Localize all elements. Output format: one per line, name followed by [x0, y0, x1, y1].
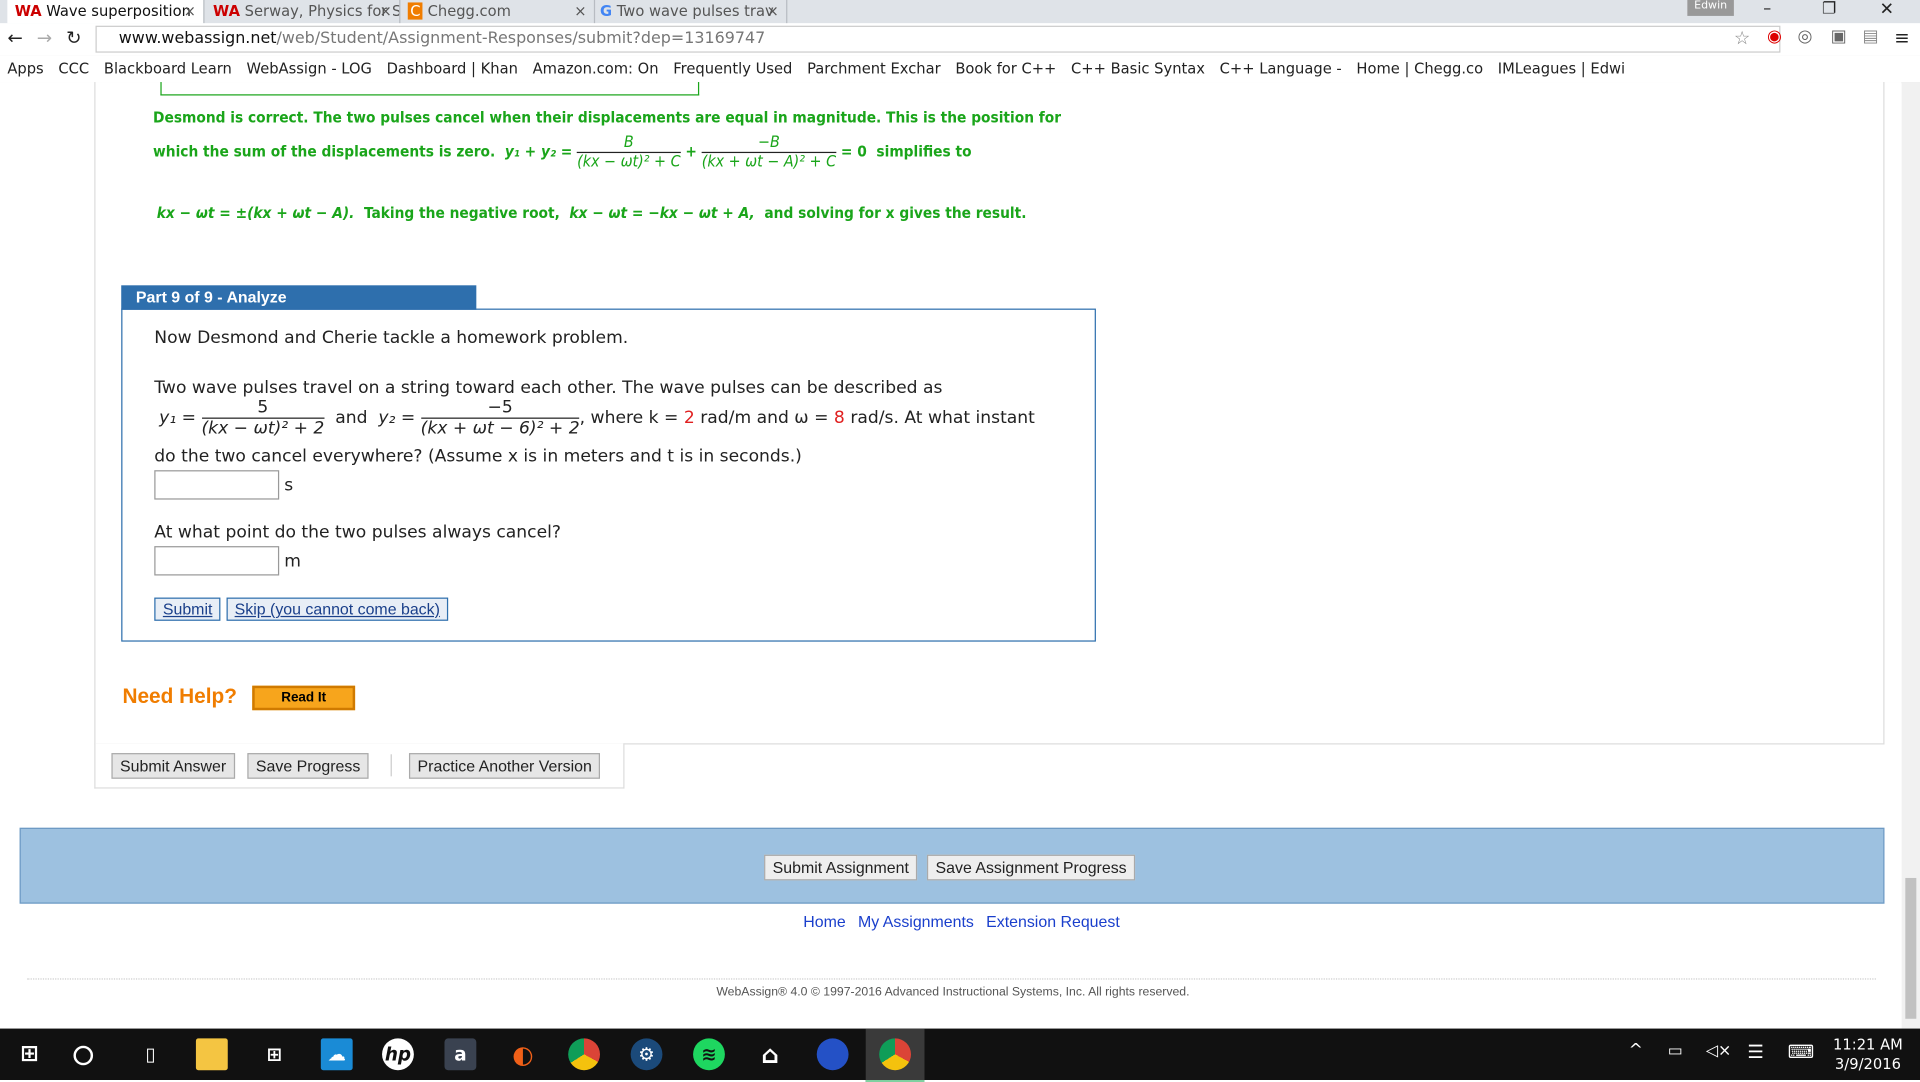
restore-icon[interactable]: ❐ [1822, 0, 1836, 18]
read-it-button[interactable]: Read It [252, 685, 356, 711]
feedback-line3: kx − ωt = ±(kx + ωt − A). Taking the neg… [156, 203, 1027, 222]
close-tab-icon[interactable]: × [766, 0, 778, 22]
d-extension-icon[interactable]: ▣ [1831, 27, 1847, 47]
bookmark[interactable]: Home | Chegg.co [1356, 60, 1483, 77]
practice-another-version-button[interactable]: Practice Another Version [408, 753, 601, 779]
bookmark[interactable]: Frequently Used [673, 60, 792, 77]
close-tab-icon[interactable]: × [380, 0, 392, 22]
home-icon[interactable]: ⌂ [754, 1038, 786, 1070]
problem-equations: y₁ = 5 (kx − ωt)² + 2 and y₂ = −5 (kx + ωt… [159, 397, 1035, 439]
origin-icon[interactable]: ◐ [507, 1038, 539, 1070]
bookmark[interactable]: Blackboard Learn [104, 60, 232, 77]
file-explorer-icon[interactable] [195, 1038, 228, 1071]
browser-toolbar: ← → ↻ www.webassign.net/web/Student/Assi… [0, 23, 1920, 57]
submit-button[interactable]: Submit [154, 597, 221, 621]
bookmark[interactable]: Parchment Exchar [807, 60, 941, 77]
problem-text-2: do the two cancel everywhere? (Assume x … [154, 446, 802, 467]
tab-strip: WA Wave superposition × WA Serway, Physic… [0, 0, 1920, 24]
extension-request-link[interactable]: Extension Request [986, 912, 1120, 930]
bookmark[interactable]: Book for C++ [955, 60, 1056, 77]
tab-wave-superposition[interactable]: WA Wave superposition × [7, 0, 205, 24]
keyboard-icon[interactable]: ⌨ [1788, 1041, 1815, 1063]
extension-icon[interactable]: ▤ [1862, 27, 1878, 47]
chrome-icon [879, 1038, 912, 1071]
profile-badge[interactable]: Edwin [1687, 0, 1734, 16]
position-answer-input[interactable] [154, 546, 280, 576]
chrome-icon[interactable] [568, 1038, 601, 1071]
minimize-icon[interactable]: – [1763, 0, 1771, 18]
windows-start-icon[interactable]: ⊞ [13, 1038, 45, 1070]
clock[interactable]: 11:21 AM 3/9/2016 [1833, 1035, 1903, 1074]
my-assignments-link[interactable]: My Assignments [858, 912, 974, 930]
omega-value: 8 [833, 408, 845, 428]
bookmark[interactable]: Dashboard | Khan [387, 60, 518, 77]
opera-extension-icon[interactable]: ◉ [1767, 27, 1782, 47]
home-link[interactable]: Home [803, 912, 845, 930]
address-bar[interactable]: www.webassign.net/web/Student/Assignment… [95, 25, 1781, 53]
bookmark[interactable]: WebAssign - LOG [247, 60, 372, 77]
bookmark[interactable]: CCC [58, 60, 89, 77]
show-hidden-icons[interactable]: ^ [1629, 1041, 1643, 1061]
skip-button[interactable]: Skip (you cannot come back) [226, 597, 449, 621]
hp-icon[interactable]: hp [382, 1038, 414, 1071]
close-tab-icon[interactable]: × [574, 0, 586, 22]
extension-icon[interactable]: ◎ [1798, 27, 1813, 47]
bookmark[interactable]: Amazon.com: On [533, 60, 659, 77]
steam-icon[interactable]: ⚙ [630, 1038, 663, 1071]
battery-icon[interactable]: ▭ [1668, 1042, 1683, 1060]
need-help-label: Need Help? [122, 684, 237, 708]
scrollbar-thumb[interactable] [1905, 877, 1917, 1019]
bookmarks-bar: Apps CCC Blackboard Learn WebAssign - LOG Da… [0, 55, 1920, 84]
part-box: Now Desmond and Cherie tackle a homework… [121, 308, 1096, 642]
feedback-line1: Desmond is correct. The two pulses cance… [153, 107, 1062, 127]
question-2-text: At what point do the two pulses always c… [154, 522, 562, 543]
bookmark[interactable]: C++ Language - [1220, 60, 1342, 77]
bookmark[interactable]: C++ Basic Syntax [1071, 60, 1205, 77]
action-center-icon[interactable]: ☰ [1747, 1041, 1763, 1063]
chrome-active-task[interactable] [865, 1028, 925, 1082]
save-assignment-progress-button[interactable]: Save Assignment Progress [926, 854, 1136, 881]
forward-icon[interactable]: → [37, 27, 52, 49]
star-icon[interactable]: ☆ [1734, 27, 1750, 49]
submit-answer-button[interactable]: Submit Answer [111, 753, 235, 779]
copyright: WebAssign® 4.0 © 1997-2016 Advanced Inst… [716, 985, 1190, 1000]
back-icon[interactable]: ← [7, 27, 22, 49]
close-window-icon[interactable]: ✕ [1880, 0, 1894, 20]
footer-links: Home My Assignments Extension Request [803, 912, 1132, 932]
google-earth-icon[interactable] [816, 1038, 849, 1071]
bookmark[interactable]: IMLeagues | Edwi [1498, 60, 1625, 77]
feedback-line2: which the sum of the displacements is ze… [153, 133, 972, 172]
save-progress-button[interactable]: Save Progress [247, 753, 369, 779]
onedrive-icon[interactable]: ☁ [320, 1038, 353, 1071]
volume-muted-icon[interactable]: ◁× [1706, 1042, 1732, 1060]
reload-icon[interactable]: ↻ [66, 27, 81, 49]
task-view-icon[interactable]: ▯ [135, 1038, 167, 1070]
page-content: Desmond is correct. The two pulses cance… [0, 82, 1902, 1029]
divider [26, 978, 1876, 980]
scrollbar[interactable] [1901, 82, 1920, 1029]
intro-text: Now Desmond and Cherie tackle a homework… [154, 328, 629, 348]
divider [390, 754, 392, 777]
amazon-icon[interactable]: a [444, 1038, 477, 1071]
submit-assignment-button[interactable]: Submit Assignment [764, 854, 918, 881]
part-header: Part 9 of 9 - Analyze [121, 285, 477, 310]
k-value: 2 [683, 408, 695, 428]
close-tab-icon[interactable]: × [184, 0, 196, 22]
tab-chegg[interactable]: C Chegg.com × [400, 0, 596, 24]
menu-icon[interactable]: ≡ [1894, 27, 1909, 49]
assignment-bar: Submit Assignment Save Assignment Progre… [19, 827, 1885, 904]
problem-text: Two wave pulses travel on a string towar… [154, 378, 943, 398]
store-icon[interactable]: ⊞ [258, 1038, 290, 1070]
bookmark[interactable]: Apps [7, 60, 43, 77]
tab-serway[interactable]: WA Serway, Physics for S × [206, 0, 401, 24]
spotify-icon[interactable]: ≋ [693, 1038, 725, 1071]
time-answer-input[interactable] [154, 470, 280, 500]
tab-google[interactable]: G Two wave pulses trav × [593, 0, 788, 24]
cortana-icon[interactable] [73, 1045, 94, 1066]
previous-answer-select[interactable] [160, 82, 700, 96]
taskbar: ⊞ ▯ ⊞ ☁ hp a ◐ ⚙ ≋ ⌂ ^ ▭ ◁× ☰ ⌨ 11:21 AM… [0, 1028, 1920, 1082]
